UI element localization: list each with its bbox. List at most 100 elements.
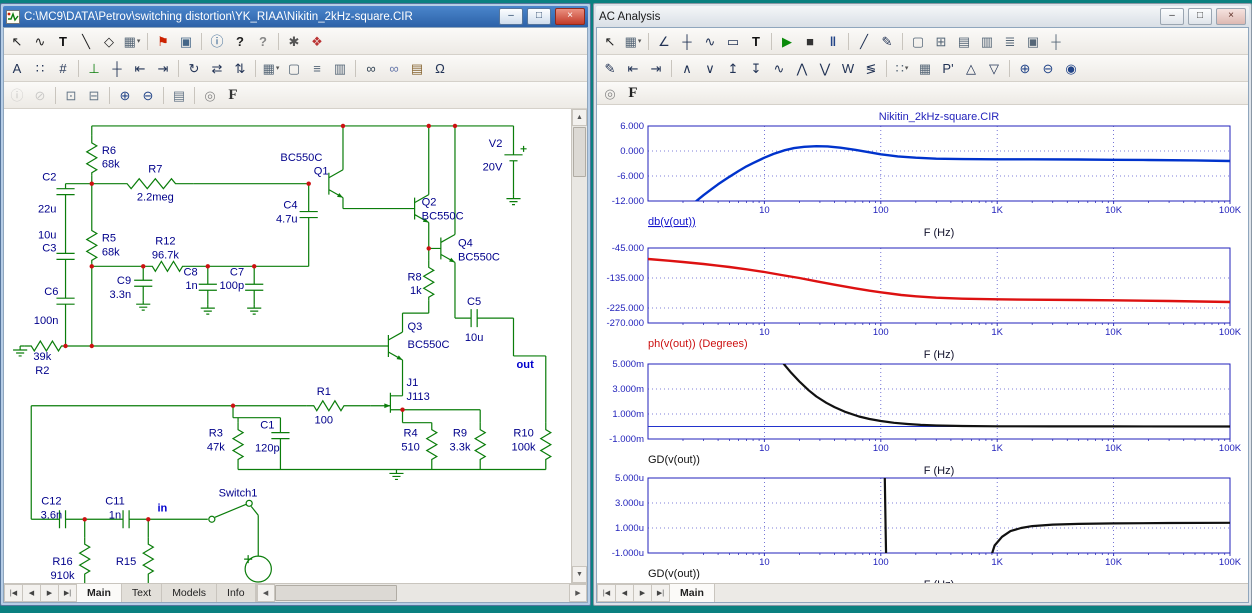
- data-points-icon[interactable]: ∷▾: [891, 57, 913, 79]
- node-numbers-icon[interactable]: #: [52, 57, 74, 79]
- component-c7[interactable]: C7 100p: [219, 266, 263, 292]
- high-icon[interactable]: ↥: [722, 57, 744, 79]
- tab-info[interactable]: Info: [217, 584, 256, 602]
- dropdown-arrow-icon[interactable]: ▾: [905, 65, 909, 72]
- global-high-icon[interactable]: ⋀: [791, 57, 813, 79]
- component-c11[interactable]: C11 1n: [105, 495, 129, 528]
- minimize-button[interactable]: –: [1160, 8, 1184, 25]
- zoom-out-icon[interactable]: ⊖: [137, 84, 159, 106]
- options-icon[interactable]: ✱: [283, 30, 305, 52]
- copy-to-back-icon[interactable]: ⊟: [83, 84, 105, 106]
- font-icon[interactable]: F: [622, 82, 644, 104]
- run-button[interactable]: ▶: [776, 30, 798, 52]
- component-c4[interactable]: C4 4.7u: [276, 200, 318, 226]
- tab-last-button[interactable]: ▶|: [59, 584, 77, 602]
- curve-ph-v-out-[interactable]: [648, 259, 1230, 302]
- stop-button[interactable]: ■: [799, 30, 821, 52]
- component-r6[interactable]: R6 68k: [87, 136, 121, 176]
- stacked-panels-icon[interactable]: ≣: [999, 30, 1021, 52]
- tab-first-button[interactable]: |◀: [4, 584, 23, 602]
- component-c1[interactable]: C1 120p: [255, 420, 290, 455]
- wire-tool-icon[interactable]: ∿: [29, 30, 51, 52]
- tab-text[interactable]: Text: [122, 584, 162, 602]
- horizontal-scrollbar-track[interactable]: [397, 584, 569, 602]
- find-icon[interactable]: ∞: [360, 57, 382, 79]
- rotate-icon[interactable]: ↻: [183, 57, 205, 79]
- model-icon[interactable]: Ω: [429, 57, 451, 79]
- grid-panels-icon[interactable]: ⊞: [930, 30, 952, 52]
- compare-icon[interactable]: ≶: [860, 57, 882, 79]
- horizontal-scrollbar[interactable]: ◀ ▶: [256, 584, 587, 602]
- info-tool-icon[interactable]: ⓘ: [206, 30, 228, 52]
- marker-icon[interactable]: ✎: [876, 30, 898, 52]
- cursor-mode-icon[interactable]: ┼: [676, 30, 698, 52]
- schematic-wires[interactable]: [20, 126, 546, 583]
- component-v2[interactable]: V2 20V: [483, 138, 527, 174]
- measure-icon[interactable]: ∿: [699, 30, 721, 52]
- vertical-panels-icon[interactable]: ▥: [976, 30, 998, 52]
- maximize-button[interactable]: □: [1188, 8, 1212, 25]
- inflection-icon[interactable]: ∿: [768, 57, 790, 79]
- component-r4[interactable]: R4 510: [401, 423, 436, 463]
- scroll-right-icon[interactable]: ▶: [569, 584, 587, 602]
- plot-area[interactable]: 101001K10K100K6.0000.000-6.000-12.000Nik…: [597, 105, 1248, 583]
- font-icon[interactable]: F: [222, 84, 244, 106]
- line-style-icon[interactable]: ╱: [853, 30, 875, 52]
- probe-circle-icon[interactable]: ◎: [599, 82, 621, 104]
- one-plot-icon[interactable]: ▢: [907, 30, 929, 52]
- align-icon[interactable]: ≡: [306, 57, 328, 79]
- zoom-in-icon[interactable]: ⊕: [1014, 57, 1036, 79]
- probe-circle-icon[interactable]: ◎: [199, 84, 221, 106]
- probe-edit-icon[interactable]: ✎: [599, 57, 621, 79]
- cross-wire-icon[interactable]: ┼: [106, 57, 128, 79]
- tab-last-button[interactable]: ▶|: [652, 584, 670, 602]
- cursor-right-icon[interactable]: ⇥: [645, 57, 667, 79]
- line-tool-icon[interactable]: ╲: [75, 30, 97, 52]
- close-button[interactable]: ×: [555, 8, 585, 25]
- scroll-up-icon[interactable]: ▲: [572, 109, 587, 126]
- y-expression-label[interactable]: ph(v(out)) (Degrees): [648, 338, 748, 350]
- p-prime-icon[interactable]: P': [937, 57, 959, 79]
- mirror-horizontal-icon[interactable]: ⇄: [206, 57, 228, 79]
- component-switch1[interactable]: Switch1: [209, 487, 258, 522]
- component-v1[interactable]: [244, 555, 271, 582]
- curve-db-v-out-[interactable]: [696, 146, 1230, 201]
- shape-tool-icon[interactable]: ◇: [98, 30, 120, 52]
- component-r15[interactable]: R15: [116, 537, 153, 577]
- maximize-button[interactable]: □: [527, 8, 551, 25]
- help-tool-icon[interactable]: ?: [229, 30, 251, 52]
- low-icon[interactable]: ↧: [745, 57, 767, 79]
- dropdown-arrow-icon[interactable]: ▾: [276, 65, 280, 72]
- vertical-scrollbar-track[interactable]: [572, 126, 587, 566]
- y-expression-label[interactable]: GD(v(out)): [648, 568, 700, 580]
- step-right-icon[interactable]: ⇥: [152, 57, 174, 79]
- component-menu-icon[interactable]: ▦▾: [121, 30, 143, 52]
- global-low-icon[interactable]: ⋁: [814, 57, 836, 79]
- tab-next-button[interactable]: ▶: [41, 584, 59, 602]
- component-r1[interactable]: R1 100: [307, 386, 347, 427]
- text-tool-icon[interactable]: T: [745, 30, 767, 52]
- dropdown-arrow-icon[interactable]: ▾: [137, 38, 141, 45]
- cancel-icon[interactable]: ⊘: [29, 84, 51, 106]
- zoom-in-icon[interactable]: ⊕: [114, 84, 136, 106]
- component-r10[interactable]: R10 100k: [512, 423, 551, 463]
- component-q3[interactable]: Q3 BC550C: [388, 321, 449, 360]
- axes-icon[interactable]: ┼: [1045, 30, 1067, 52]
- tab-prev-button[interactable]: ◀: [616, 584, 634, 602]
- component-r16[interactable]: R16 910k: [50, 537, 89, 582]
- scale-up-icon[interactable]: △: [960, 57, 982, 79]
- picture-tool-icon[interactable]: ▣: [175, 30, 197, 52]
- library-book-icon[interactable]: ▤: [406, 57, 428, 79]
- cursor-left-icon[interactable]: ⇤: [622, 57, 644, 79]
- component-c8[interactable]: C8 1n: [184, 266, 217, 292]
- peak-icon[interactable]: ∧: [676, 57, 698, 79]
- tab-first-button[interactable]: |◀: [597, 584, 616, 602]
- analysis-plots[interactable]: 101001K10K100K6.0000.000-6.000-12.000Nik…: [597, 105, 1248, 583]
- zoom-out-icon[interactable]: ⊖: [1037, 57, 1059, 79]
- tag-icon[interactable]: ▭: [722, 30, 744, 52]
- tab-models[interactable]: Models: [162, 584, 217, 602]
- film-strip-icon[interactable]: ▤: [168, 84, 190, 106]
- step-left-icon[interactable]: ⇤: [129, 57, 151, 79]
- split-window-icon[interactable]: ▥: [329, 57, 351, 79]
- copy-to-front-icon[interactable]: ⊡: [60, 84, 82, 106]
